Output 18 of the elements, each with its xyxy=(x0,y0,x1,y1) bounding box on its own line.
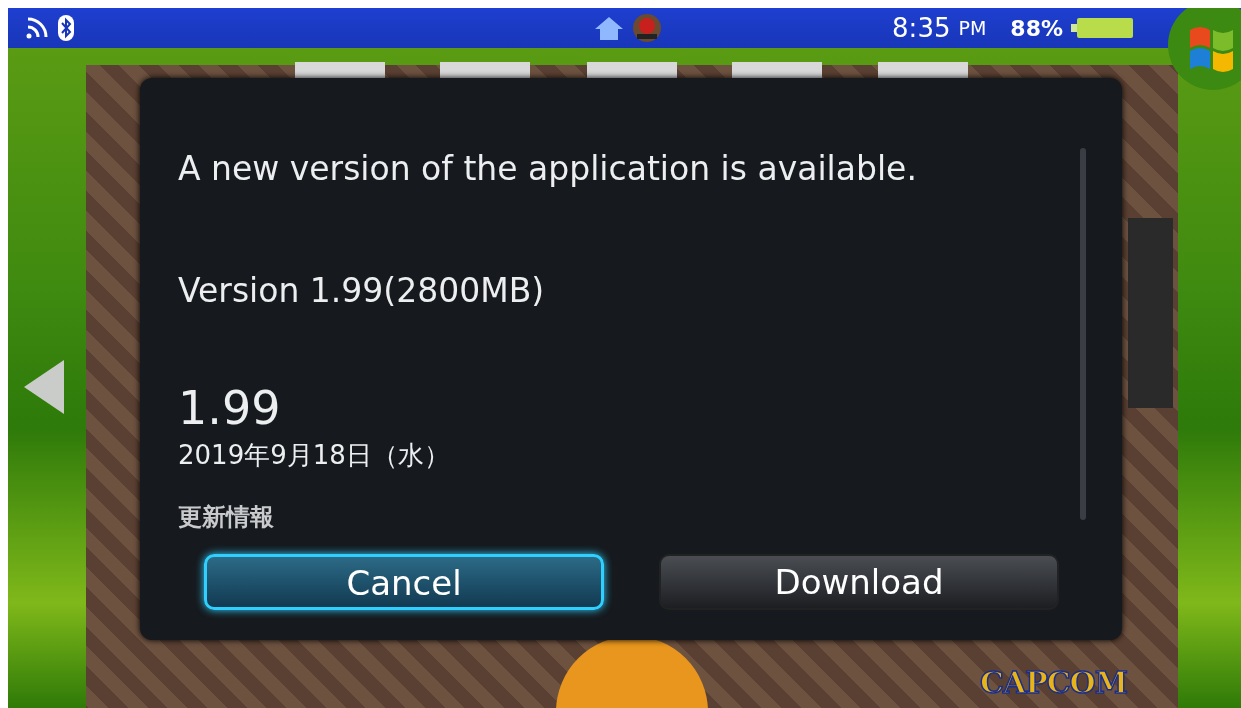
battery-percent: 88% xyxy=(1010,14,1063,43)
dialog-button[interactable]: Download xyxy=(659,554,1059,610)
clock-meridiem: PM xyxy=(958,15,987,41)
wifi-icon xyxy=(24,15,50,41)
bluetooth-icon xyxy=(58,15,74,41)
release-date: 2019年9月18日（水） xyxy=(178,438,451,472)
flag-logo-icon[interactable] xyxy=(1168,8,1241,90)
brand-logo: CAPCOM xyxy=(980,664,1127,702)
version-number: 1.99 xyxy=(178,383,282,434)
left-arrow-icon[interactable] xyxy=(24,360,66,414)
game-emblem-icon[interactable] xyxy=(632,13,662,43)
update-message: A new version of the application is available. xyxy=(178,148,918,190)
battery-icon xyxy=(1071,16,1133,40)
dialog-button[interactable]: Cancel xyxy=(204,554,604,610)
section-heading: 更新情報 xyxy=(178,501,275,533)
version-size: Version 1.99(2800MB) xyxy=(178,269,546,312)
home-icon[interactable] xyxy=(594,15,624,41)
clock-time: 8:35 xyxy=(892,11,951,45)
